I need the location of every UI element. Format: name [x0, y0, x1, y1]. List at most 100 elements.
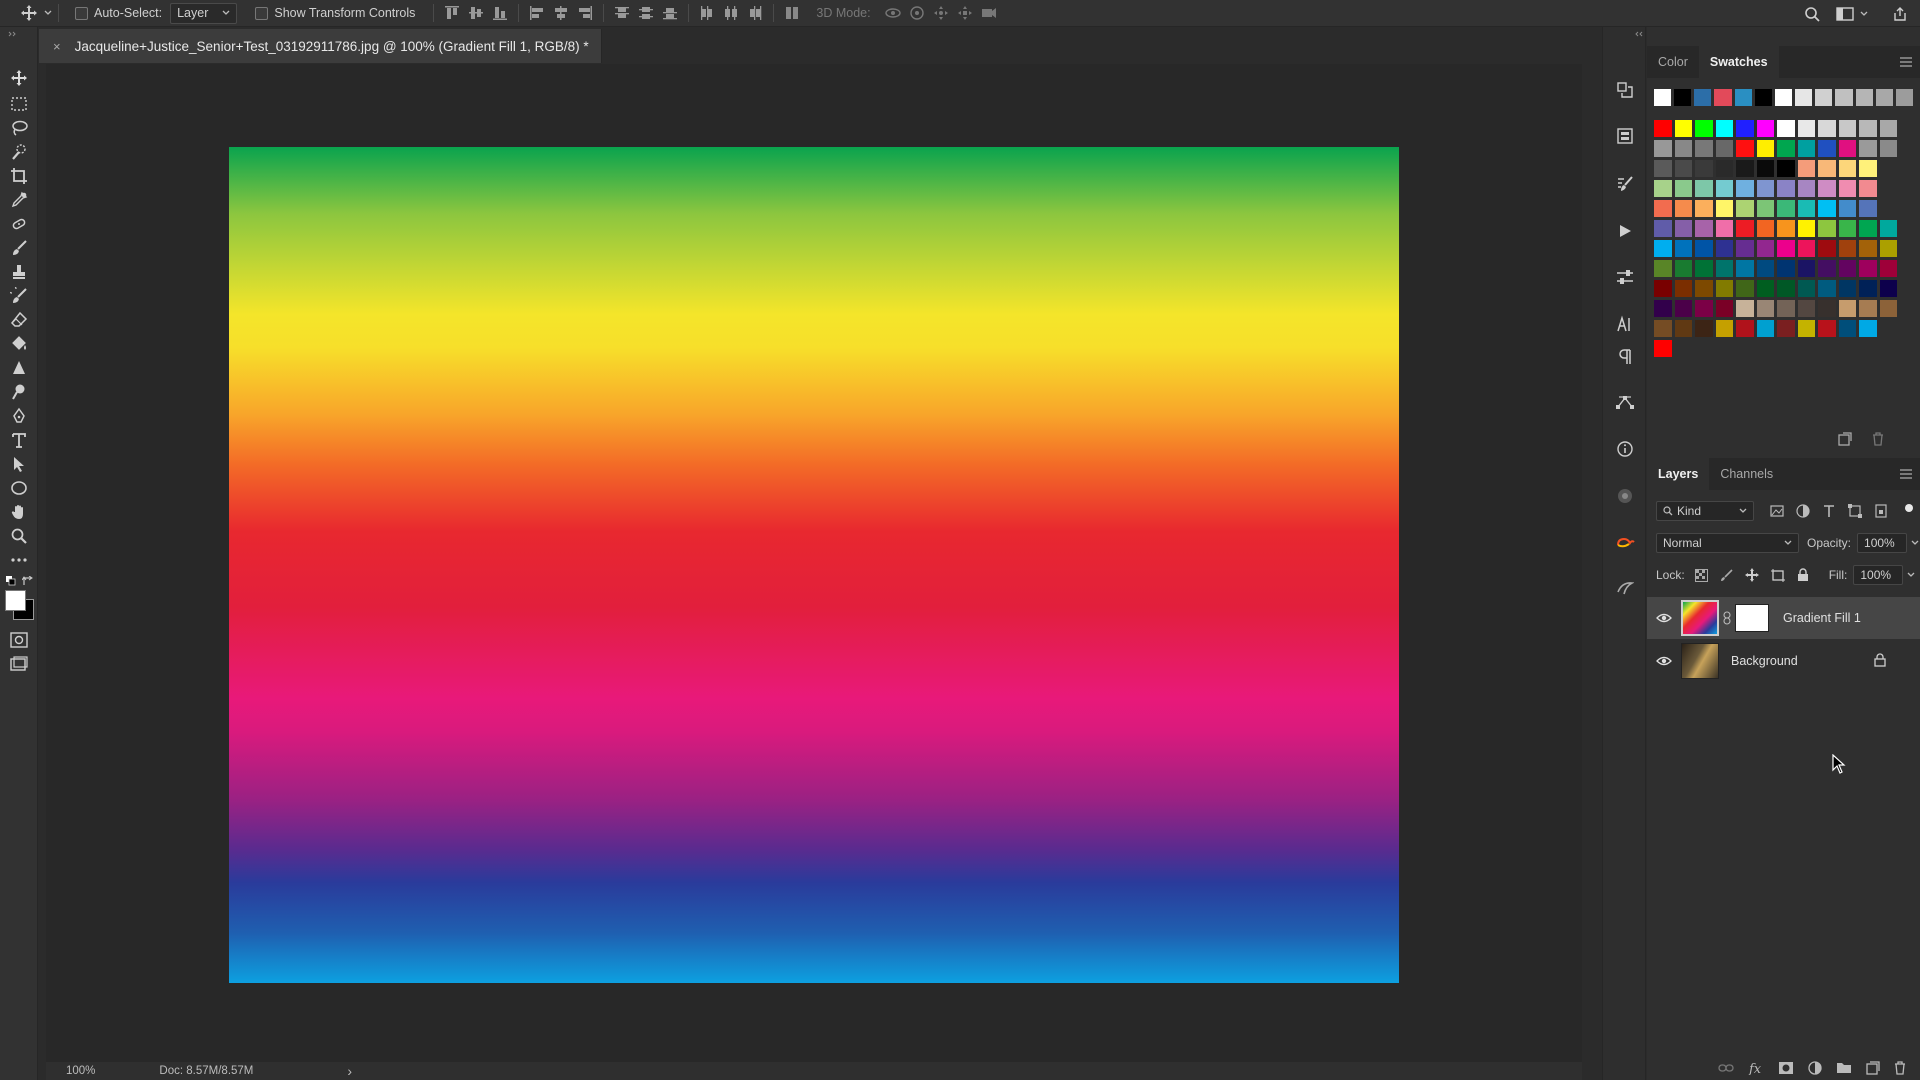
color-swatch[interactable]	[1654, 300, 1672, 317]
layer-visibility-toggle[interactable]	[1647, 656, 1681, 666]
align-horizontal-centers-icon[interactable]	[549, 0, 573, 27]
info-panel-button[interactable]	[1603, 432, 1647, 466]
group-folder-icon[interactable]	[1836, 1061, 1852, 1074]
color-swatch[interactable]	[1777, 180, 1795, 197]
filter-adjustment-icon[interactable]	[1796, 504, 1810, 518]
color-swatch[interactable]	[1797, 240, 1815, 257]
filter-smart-object-icon[interactable]	[1874, 504, 1888, 518]
distribute-spacing-icon[interactable]	[780, 0, 804, 27]
lock-position-icon[interactable]	[1744, 568, 1759, 582]
color-swatch[interactable]	[1859, 140, 1877, 157]
chevron-down-icon[interactable]	[1907, 572, 1915, 578]
adjustment-layer-icon[interactable]	[1808, 1060, 1822, 1075]
color-swatch[interactable]	[1777, 240, 1795, 257]
layer-mask-thumbnail[interactable]	[1735, 604, 1769, 632]
color-swatch[interactable]	[1859, 300, 1877, 317]
color-swatch[interactable]	[1838, 120, 1856, 137]
color-swatch[interactable]	[1695, 120, 1713, 137]
color-swatch[interactable]	[1715, 300, 1733, 317]
color-swatch[interactable]	[1654, 240, 1672, 257]
learn-panel-button[interactable]	[1603, 571, 1647, 605]
brush-settings-button[interactable]	[1603, 167, 1647, 201]
distribute-right-icon[interactable]	[743, 0, 767, 27]
color-swatch[interactable]	[1818, 320, 1836, 337]
link-layers-icon[interactable]	[1718, 1063, 1734, 1073]
color-swatch[interactable]	[1797, 320, 1815, 337]
color-swatch[interactable]	[1756, 220, 1774, 237]
color-swatch[interactable]	[1674, 300, 1692, 317]
color-swatch[interactable]	[1818, 200, 1836, 217]
filter-shape-icon[interactable]	[1848, 504, 1862, 518]
filter-type-icon[interactable]	[1822, 504, 1836, 518]
document-tab[interactable]: × Jacqueline+Justice_Senior+Test_0319291…	[39, 29, 602, 63]
creative-cloud-button[interactable]	[1603, 525, 1647, 559]
new-swatch-icon[interactable]	[1838, 432, 1852, 446]
color-swatch[interactable]	[1674, 260, 1692, 277]
paths-panel-button[interactable]	[1603, 385, 1647, 419]
chain-link-icon[interactable]	[1723, 611, 1731, 625]
color-swatch[interactable]	[1715, 160, 1733, 177]
color-swatch[interactable]	[1859, 220, 1877, 237]
color-swatch[interactable]	[1838, 140, 1856, 157]
color-swatch[interactable]	[1756, 200, 1774, 217]
lock-transparent-pixels-icon[interactable]	[1694, 568, 1708, 582]
color-swatch[interactable]	[1715, 240, 1733, 257]
auto-select-target-dropdown[interactable]: Layer	[170, 2, 238, 24]
color-swatch[interactable]	[1795, 89, 1813, 106]
color-swatch[interactable]	[1756, 300, 1774, 317]
filter-pixel-icon[interactable]	[1770, 505, 1784, 517]
distribute-bottom-icon[interactable]	[658, 0, 682, 27]
filter-toggle-icon[interactable]	[1904, 503, 1914, 513]
color-swatch[interactable]	[1777, 320, 1795, 337]
lock-all-icon[interactable]	[1797, 568, 1809, 582]
color-swatch[interactable]	[1859, 160, 1877, 177]
color-swatch[interactable]	[1818, 220, 1836, 237]
color-swatch[interactable]	[1695, 140, 1713, 157]
color-swatch[interactable]	[1797, 300, 1815, 317]
color-swatch[interactable]	[1756, 180, 1774, 197]
color-swatch[interactable]	[1674, 280, 1692, 297]
color-swatch[interactable]	[1654, 200, 1672, 217]
adjustments-panel-button[interactable]	[1603, 260, 1647, 294]
history-panel-button[interactable]	[1603, 73, 1647, 107]
color-swatch[interactable]	[1797, 200, 1815, 217]
color-swatch[interactable]	[1855, 89, 1873, 106]
color-swatch[interactable]	[1797, 180, 1815, 197]
color-swatch[interactable]	[1879, 280, 1897, 297]
color-swatch[interactable]	[1674, 89, 1692, 106]
color-swatch[interactable]	[1695, 200, 1713, 217]
color-swatch[interactable]	[1654, 260, 1672, 277]
auto-select-checkbox[interactable]	[75, 6, 88, 20]
screen-mode-button[interactable]	[0, 650, 38, 678]
color-swatch[interactable]	[1736, 300, 1754, 317]
new-layer-icon[interactable]	[1866, 1060, 1880, 1075]
tab-layers[interactable]: Layers	[1647, 458, 1710, 490]
collapse-arrows-icon[interactable]	[8, 31, 18, 37]
lock-artboard-icon[interactable]	[1770, 568, 1785, 582]
color-swatch[interactable]	[1654, 120, 1672, 137]
color-swatch[interactable]	[1797, 260, 1815, 277]
color-swatch[interactable]	[1654, 160, 1672, 177]
color-swatch[interactable]	[1818, 120, 1836, 137]
color-swatch[interactable]	[1654, 320, 1672, 337]
document-canvas-gradient[interactable]	[229, 147, 1399, 983]
share-icon[interactable]	[1888, 0, 1912, 27]
3d-pan-icon[interactable]	[929, 0, 953, 27]
color-swatch[interactable]	[1797, 280, 1815, 297]
3d-slide-icon[interactable]	[953, 0, 977, 27]
distribute-vertical-centers-icon[interactable]	[634, 0, 658, 27]
color-swatch[interactable]	[1838, 220, 1856, 237]
swap-colors-icon[interactable]	[22, 576, 33, 587]
status-menu-arrow[interactable]: ›	[347, 1063, 352, 1079]
3d-scale-icon[interactable]	[977, 0, 1001, 27]
default-colors-icon[interactable]	[6, 576, 16, 586]
color-swatch[interactable]	[1754, 89, 1772, 106]
color-swatch[interactable]	[1695, 260, 1713, 277]
color-swatch[interactable]	[1674, 200, 1692, 217]
color-swatch[interactable]	[1777, 260, 1795, 277]
color-swatch[interactable]	[1736, 180, 1754, 197]
color-swatch[interactable]	[1654, 89, 1672, 106]
color-swatch[interactable]	[1859, 120, 1877, 137]
color-swatch[interactable]	[1674, 160, 1692, 177]
close-icon[interactable]: ×	[53, 39, 61, 54]
